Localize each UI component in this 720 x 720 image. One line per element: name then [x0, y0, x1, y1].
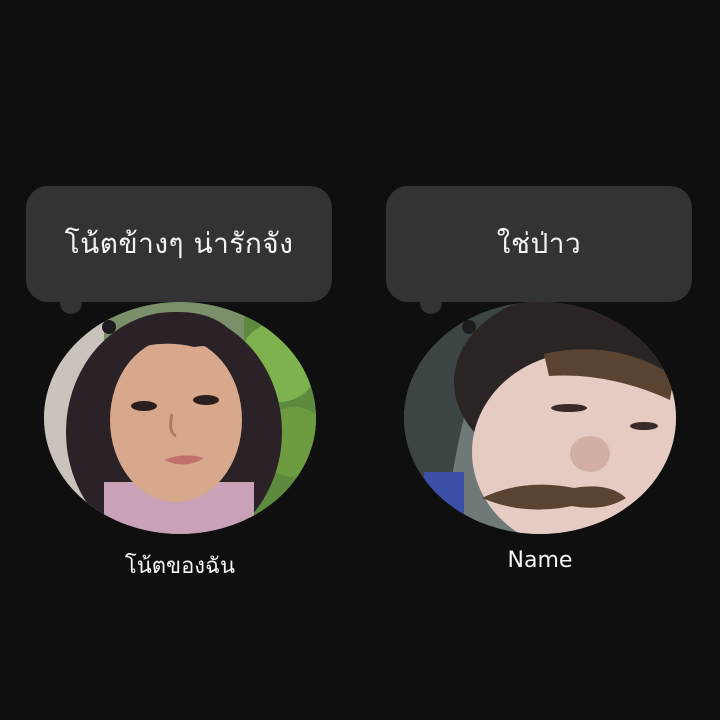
notes-screen: โน้ตข้างๆ น่ารักจัง โน้ตของฉัน ใช่ป่าว N…	[0, 0, 720, 720]
bubble-tail	[60, 292, 82, 314]
note-bubble[interactable]: โน้ตข้างๆ น่ารักจัง	[26, 186, 332, 302]
note-card-my-note[interactable]: โน้ตข้างๆ น่ารักจัง	[26, 186, 334, 534]
note-card-friend[interactable]: ใช่ป่าว	[386, 186, 694, 534]
note-owner-name: โน้ตของฉัน	[124, 554, 236, 579]
note-bubble-text: ใช่ป่าว	[496, 227, 582, 260]
bubble-tail-dot	[102, 320, 116, 334]
bubble-tail-dot	[462, 320, 476, 334]
bubble-tail	[420, 292, 442, 314]
avatar[interactable]	[44, 302, 316, 534]
avatar[interactable]	[404, 302, 676, 534]
note-bubble-text: โน้ตข้างๆ น่ารักจัง	[64, 227, 294, 260]
note-bubble[interactable]: ใช่ป่าว	[386, 186, 692, 302]
profile-photo-girl-icon	[44, 302, 316, 534]
profile-photo-mustache-icon	[404, 302, 676, 534]
note-owner-name: Name	[507, 548, 573, 573]
